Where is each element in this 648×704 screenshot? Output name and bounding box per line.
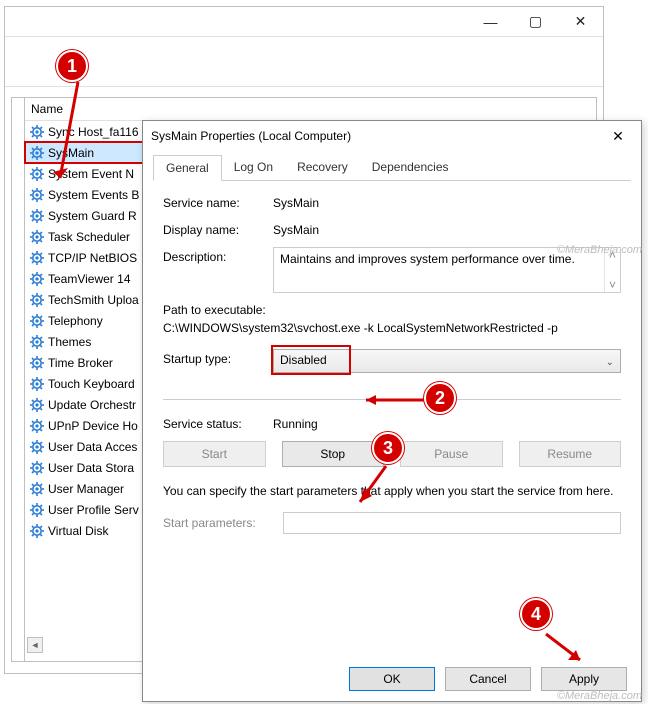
callout-1: 1 bbox=[56, 50, 88, 82]
close-button[interactable]: ✕ bbox=[558, 8, 603, 36]
service-status-value: Running bbox=[273, 414, 621, 431]
left-panel bbox=[11, 97, 25, 662]
gear-icon bbox=[29, 376, 45, 392]
gear-icon bbox=[29, 208, 45, 224]
maximize-button[interactable]: ▢ bbox=[513, 8, 558, 36]
service-item-label: Touch Keyboard bbox=[48, 377, 135, 391]
ok-button[interactable]: OK bbox=[349, 667, 435, 691]
close-icon[interactable]: ✕ bbox=[603, 128, 633, 145]
gear-icon bbox=[29, 334, 45, 350]
gear-icon bbox=[29, 145, 45, 161]
service-item-label: Telephony bbox=[48, 314, 103, 328]
callout-4: 4 bbox=[520, 598, 552, 630]
gear-icon bbox=[29, 271, 45, 287]
watermark-2: ©MeraBheja.com bbox=[557, 244, 642, 256]
gear-icon bbox=[29, 250, 45, 266]
dialog-title: SysMain Properties (Local Computer) bbox=[151, 129, 603, 143]
services-toolbar bbox=[5, 37, 603, 87]
path-label: Path to executable: bbox=[163, 303, 621, 317]
tab-logon[interactable]: Log On bbox=[222, 155, 285, 180]
service-item-label: User Data Acces bbox=[48, 440, 137, 454]
gear-icon bbox=[29, 460, 45, 476]
gear-icon bbox=[29, 124, 45, 140]
gear-icon bbox=[29, 292, 45, 308]
service-item-label: Virtual Disk bbox=[48, 524, 108, 538]
path-value: C:\WINDOWS\system32\svchost.exe -k Local… bbox=[163, 321, 621, 335]
gear-icon bbox=[29, 439, 45, 455]
service-item-label: TechSmith Uploa bbox=[48, 293, 139, 307]
watermark: ©MeraBheja.com bbox=[557, 690, 642, 702]
start-button: Start bbox=[163, 441, 266, 467]
arrow-1 bbox=[50, 82, 100, 192]
list-header-name[interactable]: Name bbox=[25, 98, 596, 121]
resume-button: Resume bbox=[519, 441, 622, 467]
properties-dialog: SysMain Properties (Local Computer) ✕ Ge… bbox=[142, 120, 642, 702]
scroll-left-button[interactable]: ◄ bbox=[27, 637, 43, 653]
apply-button[interactable]: Apply bbox=[541, 667, 627, 691]
gear-icon bbox=[29, 166, 45, 182]
gear-icon bbox=[29, 523, 45, 539]
service-item-label: TeamViewer 14 bbox=[48, 272, 131, 286]
tab-general[interactable]: General bbox=[153, 155, 222, 181]
gear-icon bbox=[29, 187, 45, 203]
services-titlebar: — ▢ ✕ bbox=[5, 7, 603, 37]
description-text: Maintains and improves system performanc… bbox=[280, 252, 575, 266]
gear-icon bbox=[29, 502, 45, 518]
cancel-button[interactable]: Cancel bbox=[445, 667, 531, 691]
arrow-2 bbox=[356, 392, 426, 410]
description-label: Description: bbox=[163, 247, 273, 293]
service-status-label: Service status: bbox=[163, 414, 273, 431]
gear-icon bbox=[29, 313, 45, 329]
gear-icon bbox=[29, 481, 45, 497]
pause-button: Pause bbox=[400, 441, 503, 467]
service-name-label: Service name: bbox=[163, 193, 273, 210]
service-item-label: System Guard R bbox=[48, 209, 137, 223]
highlight-startup bbox=[271, 345, 351, 375]
gear-icon bbox=[29, 229, 45, 245]
start-parameters-label: Start parameters: bbox=[163, 516, 283, 530]
arrow-3 bbox=[350, 462, 390, 512]
service-item-label: Task Scheduler bbox=[48, 230, 130, 244]
gear-icon bbox=[29, 355, 45, 371]
startup-type-label: Startup type: bbox=[163, 349, 273, 373]
service-item-label: User Manager bbox=[48, 482, 124, 496]
service-item-label: User Data Stora bbox=[48, 461, 134, 475]
gear-icon bbox=[29, 418, 45, 434]
callout-3: 3 bbox=[372, 432, 404, 464]
service-item-label: User Profile Serv bbox=[48, 503, 139, 517]
tab-strip: General Log On Recovery Dependencies bbox=[153, 155, 631, 181]
start-parameters-input bbox=[283, 512, 621, 534]
gear-icon bbox=[29, 397, 45, 413]
service-item-label: UPnP Device Ho bbox=[48, 419, 138, 433]
display-name-label: Display name: bbox=[163, 220, 273, 237]
service-item-label: TCP/IP NetBIOS bbox=[48, 251, 137, 265]
tab-dependencies[interactable]: Dependencies bbox=[360, 155, 461, 180]
service-item-label: Themes bbox=[48, 335, 91, 349]
service-name-value: SysMain bbox=[273, 193, 621, 210]
arrow-4 bbox=[542, 630, 592, 670]
display-name-value: SysMain bbox=[273, 220, 621, 237]
parameters-hint: You can specify the start parameters tha… bbox=[163, 483, 621, 500]
service-item-label: Update Orchestr bbox=[48, 398, 136, 412]
tab-recovery[interactable]: Recovery bbox=[285, 155, 360, 180]
chevron-down-icon: ⌄ bbox=[606, 357, 614, 368]
dialog-titlebar: SysMain Properties (Local Computer) ✕ bbox=[143, 121, 641, 151]
callout-2: 2 bbox=[424, 382, 456, 414]
minimize-button[interactable]: — bbox=[468, 8, 513, 36]
service-item-label: Time Broker bbox=[48, 356, 113, 370]
